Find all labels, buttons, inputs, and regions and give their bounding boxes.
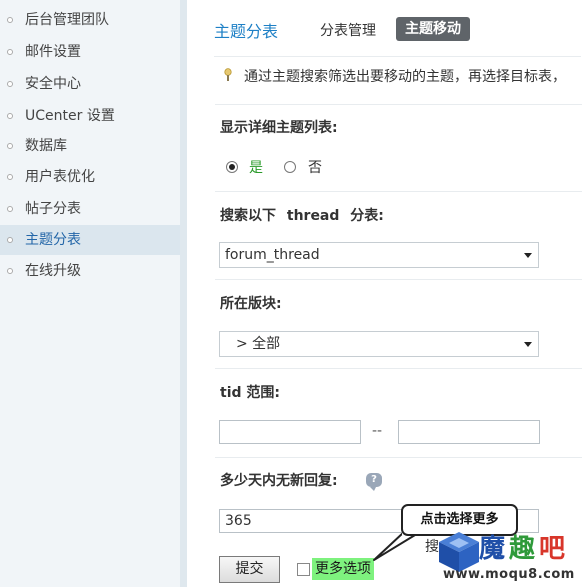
watermark-char-2: 趣 xyxy=(509,534,536,564)
bullet-icon xyxy=(7,237,13,243)
radio-yes-label[interactable]: 是 xyxy=(249,157,263,177)
search-table-label: 搜索以下 thread 分表: xyxy=(220,205,384,225)
divider xyxy=(215,368,582,369)
radio-no[interactable] xyxy=(284,161,296,173)
forum-select-value: > 全部 xyxy=(236,336,281,352)
sidebar-item-label: 数据库 xyxy=(25,138,67,154)
main-panel: 主题分表 分表管理 主题移动 通过主题搜索筛选出要移动的主题，再选择目标表， 显… xyxy=(187,0,582,587)
search-table-label-suffix: 分表: xyxy=(350,208,384,224)
sidebar-item-user-table[interactable]: 用户表优化 xyxy=(0,162,180,192)
tab-thread-move[interactable]: 主题移动 xyxy=(396,17,470,41)
tid-range-separator: -- xyxy=(372,423,383,439)
chevron-down-icon xyxy=(524,342,532,347)
sidebar-item-label: 后台管理团队 xyxy=(25,12,109,28)
thread-table-select[interactable]: forum_thread xyxy=(219,242,539,268)
radio-no-label[interactable]: 否 xyxy=(308,157,322,177)
more-options-checkbox[interactable] xyxy=(297,563,310,576)
search-table-label-prefix: 搜索以下 xyxy=(220,208,276,224)
watermark-char-1: 魔 xyxy=(479,534,506,564)
bullet-icon xyxy=(7,49,13,55)
sidebar-item-post-split[interactable]: 帖子分表 xyxy=(0,194,180,224)
sidebar-item-security[interactable]: 安全中心 xyxy=(0,69,180,99)
tid-range-label: tid 范围: xyxy=(220,385,280,401)
divider xyxy=(215,457,582,458)
bullet-icon xyxy=(7,113,13,119)
sidebar-divider xyxy=(180,0,187,587)
detail-list-label: 显示详细主题列表: xyxy=(220,120,338,136)
page-title: 主题分表 xyxy=(214,22,279,41)
sidebar-item-mail-settings[interactable]: 邮件设置 xyxy=(0,37,180,67)
bullet-icon xyxy=(7,268,13,274)
callout-text: 点击选择更多 xyxy=(420,512,499,527)
sidebar-item-label: 用户表优化 xyxy=(25,169,95,185)
sidebar-item-ucenter[interactable]: UCenter 设置 xyxy=(0,101,180,131)
bullet-icon xyxy=(7,143,13,149)
divider xyxy=(215,104,582,105)
divider xyxy=(214,56,581,57)
more-options-label[interactable]: 更多选项 xyxy=(312,558,374,580)
tid-from-input[interactable] xyxy=(219,420,361,444)
thread-table-select-value: forum_thread xyxy=(225,247,320,263)
sidebar-item-label: 安全中心 xyxy=(25,76,81,92)
watermark-logo: 魔 趣 吧 www.moqu8.com xyxy=(435,530,582,587)
bullet-icon xyxy=(7,81,13,87)
sidebar-item-label: 帖子分表 xyxy=(25,201,81,217)
lightbulb-icon xyxy=(224,68,232,81)
bullet-icon xyxy=(7,206,13,212)
sidebar-item-admin-team[interactable]: 后台管理团队 xyxy=(0,5,180,35)
sidebar-item-label: 邮件设置 xyxy=(25,44,81,60)
chevron-down-icon xyxy=(524,253,532,258)
sidebar: 后台管理团队 邮件设置 安全中心 UCenter 设置 数据库 用户表优化 帖子… xyxy=(0,0,180,587)
divider xyxy=(215,191,582,192)
forum-select[interactable]: > 全部 xyxy=(219,331,539,357)
bullet-icon xyxy=(7,174,13,180)
tip-text: 通过主题搜索筛选出要移动的主题，再选择目标表， xyxy=(244,69,566,85)
days-label: 多少天内无新回复: xyxy=(220,473,338,489)
search-table-label-keyword: thread xyxy=(286,208,340,224)
tab-split-management[interactable]: 分表管理 xyxy=(320,20,376,40)
sidebar-item-thread-split[interactable]: 主题分表 xyxy=(0,225,180,255)
sidebar-item-label: 在线升级 xyxy=(25,263,81,279)
sidebar-item-label: UCenter 设置 xyxy=(25,108,115,124)
tid-to-input[interactable] xyxy=(398,420,540,444)
divider xyxy=(215,279,582,280)
help-icon[interactable]: ? xyxy=(366,473,382,491)
sidebar-item-database[interactable]: 数据库 xyxy=(0,131,180,161)
bullet-icon xyxy=(7,17,13,23)
sidebar-item-online-upgrade[interactable]: 在线升级 xyxy=(0,256,180,286)
watermark-url: www.moqu8.com xyxy=(443,567,575,582)
radio-yes[interactable] xyxy=(226,161,238,173)
forum-label: 所在版块: xyxy=(220,296,282,312)
submit-button[interactable]: 提交 xyxy=(219,556,280,583)
watermark-char-3: 吧 xyxy=(539,534,566,564)
sidebar-item-label: 主题分表 xyxy=(25,232,81,248)
